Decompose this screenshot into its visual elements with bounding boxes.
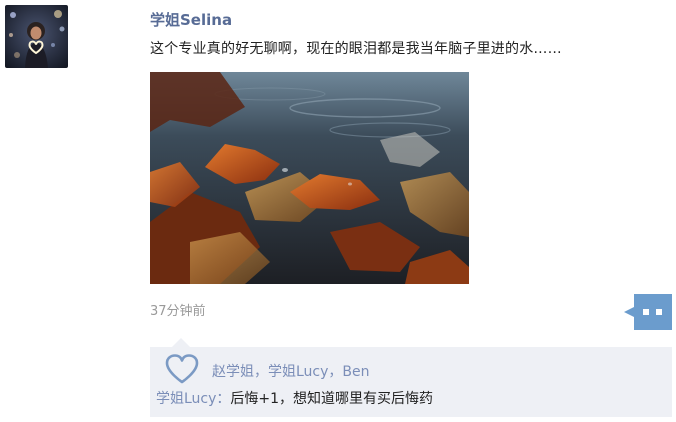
like-name[interactable]: 赵学姐 [212,364,254,380]
avatar[interactable] [5,5,68,68]
post-image[interactable] [150,72,469,284]
comment-text[interactable]: 后悔+1，想知道哪里有买后悔药 [230,391,433,407]
heart-icon [164,353,200,385]
comment-dot-icon [656,309,662,315]
post-author-name[interactable]: 学姐Selina [150,9,232,30]
like-list: 赵学姐，学姐Lucy，Ben [212,361,370,381]
like-separator: ， [328,364,343,380]
like-name[interactable]: 学姐Lucy [268,364,328,380]
comment-author[interactable]: 学姐Lucy [156,391,216,407]
post-timestamp: 37分钟前 [150,304,206,319]
comment-button[interactable] [624,294,672,330]
post-text: 这个专业真的好无聊啊，现在的眼泪都是我当年脑子里进的水…… [150,41,562,57]
like-separator: ， [254,364,268,380]
interaction-panel: 赵学姐，学姐Lucy，Ben 学姐Lucy：后悔+1，想知道哪里有买后悔药 [150,338,672,417]
comment-colon: ： [216,391,231,407]
comment-dot-icon [643,309,649,315]
like-name[interactable]: Ben [342,364,369,380]
comment-item: 学姐Lucy：后悔+1，想知道哪里有买后悔药 [156,388,433,408]
